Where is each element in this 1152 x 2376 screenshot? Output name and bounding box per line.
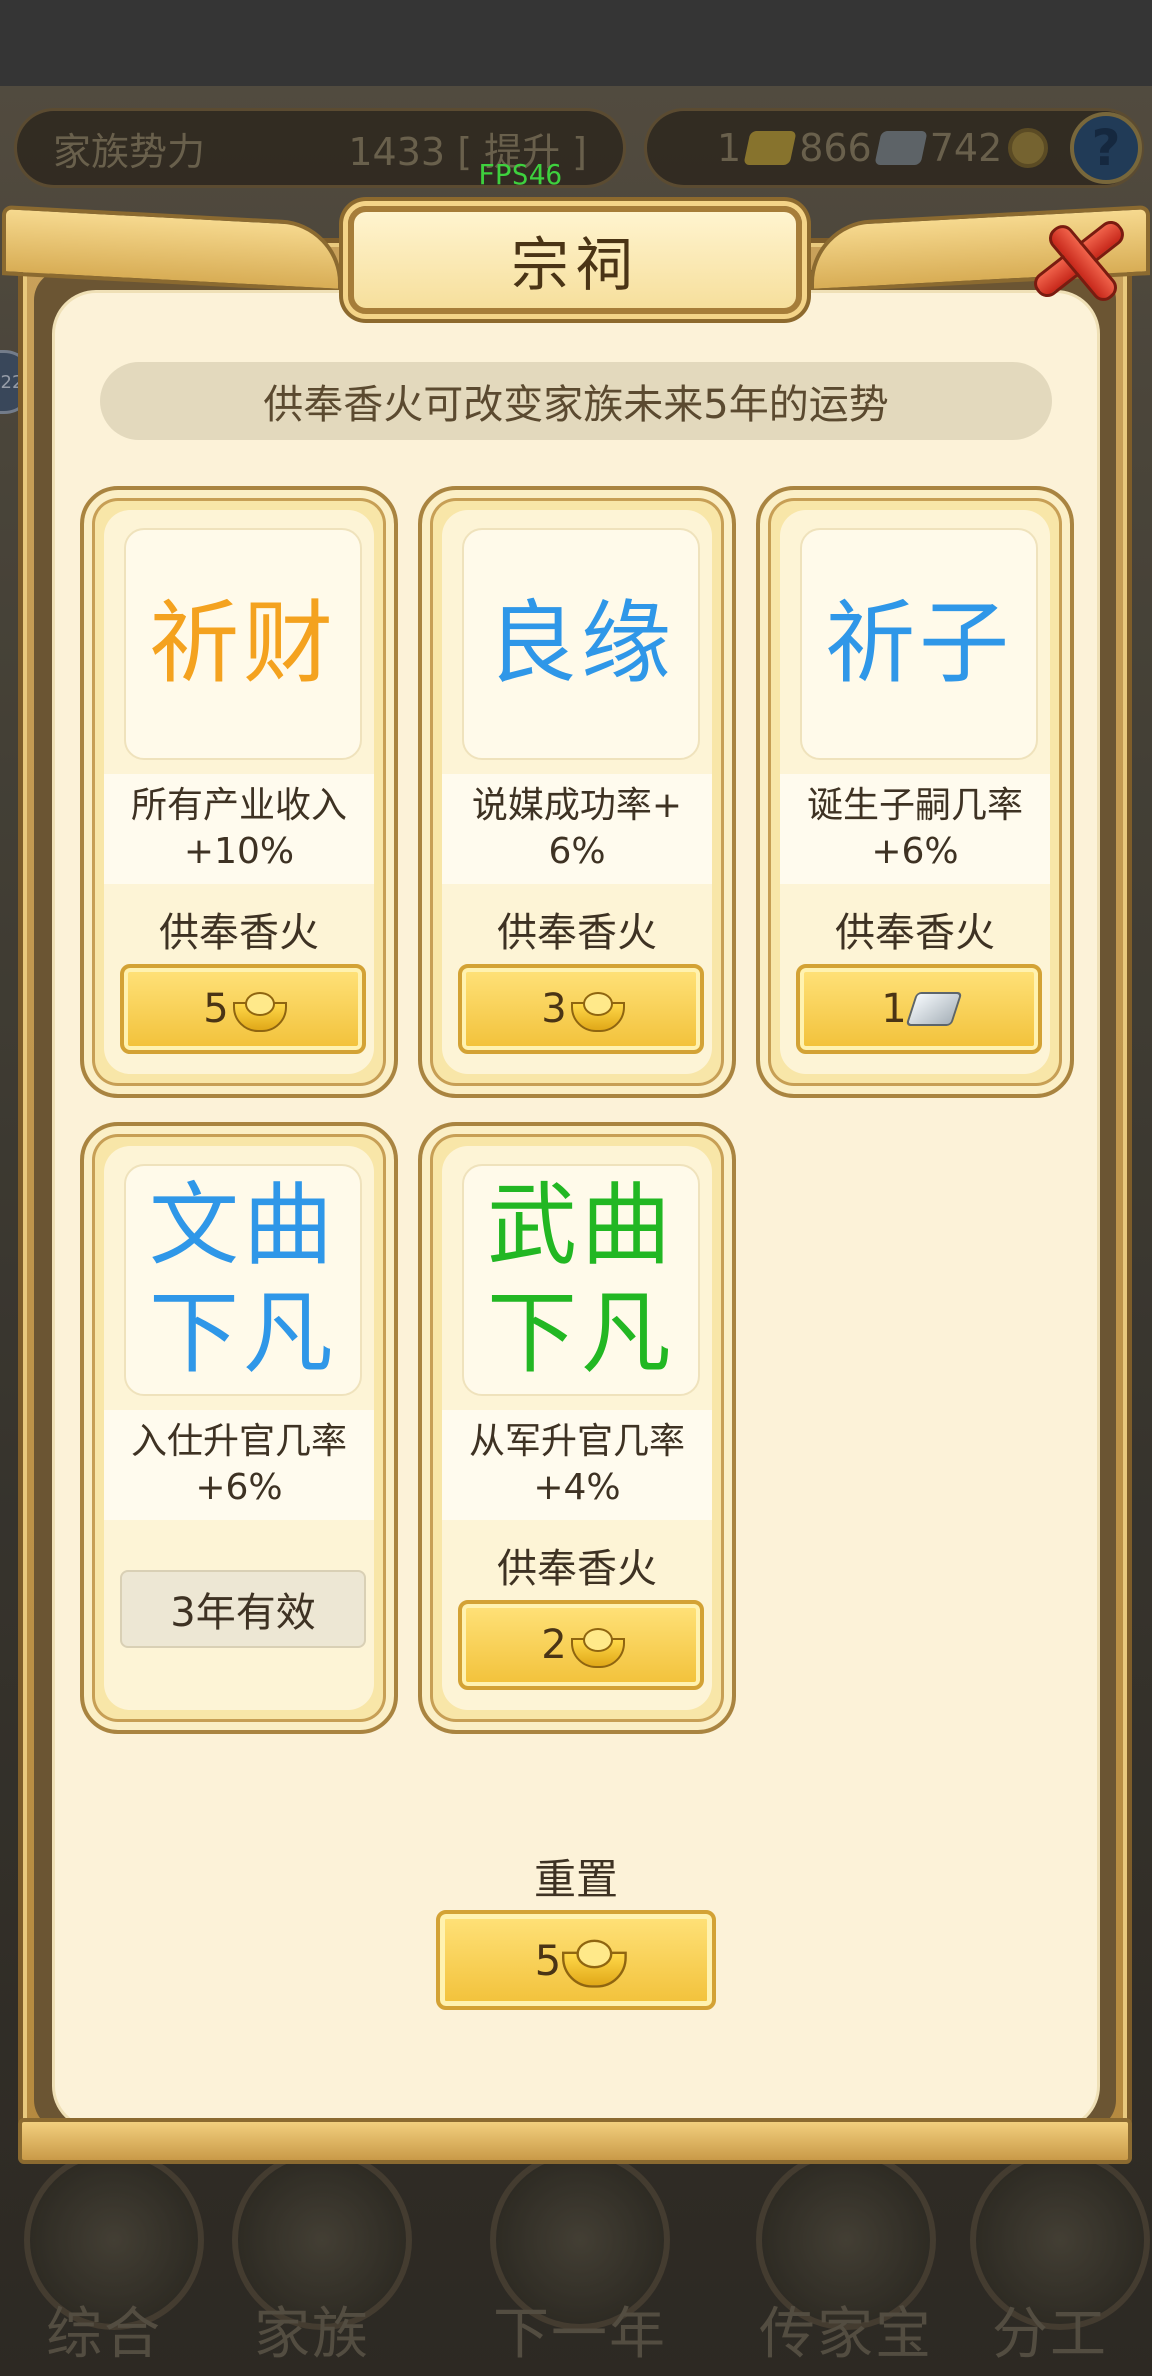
offer-button[interactable]: 3 [458,964,704,1054]
card-icon-box: 祈子 [800,528,1038,760]
price-value: 5 [203,986,229,1032]
card-offspring: 祈子 诞生子嗣几率+6% 供奉香火 1 [756,486,1074,1098]
reset-label: 重置 [533,1855,618,1904]
card-title: 武曲 下凡 [487,1172,675,1388]
offer-button[interactable]: 5 [120,964,366,1054]
modal-title-plate: 宗祠 [348,206,802,314]
offer-label: 供奉香火 [497,1546,657,1592]
gold-ingot-icon [570,990,625,1032]
card-icon-box: 祈财 [124,528,362,760]
card-desc: 诞生子嗣几率+6% [806,785,1023,872]
card-icon-box: 文曲 下凡 [124,1164,362,1396]
card-desc-band: 入仕升官几率+6% [104,1410,374,1520]
fps-counter: FPS46 [478,158,563,191]
offer-label: 供奉香火 [497,910,657,956]
card-title-line1: 武曲 [487,1173,675,1278]
card-title: 祈子 [825,591,1013,696]
card-title-line2: 下凡 [487,1281,675,1386]
card-title: 祈财 [149,591,337,696]
price-value: 1 [881,986,907,1032]
card-wealth: 祈财 所有产业收入+10% 供奉香火 5 [80,486,398,1098]
silver-bar-icon [905,992,963,1026]
card-icon-box: 良缘 [462,528,700,760]
card-civil-star: 文曲 下凡 入仕升官几率+6% 3年有效 [80,1122,398,1734]
card-desc-band: 说媒成功率+6% [442,774,712,884]
status-badge: 3年有效 [120,1570,366,1648]
card-icon-box: 武曲 下凡 [462,1164,700,1396]
offer-button[interactable]: 1 [796,964,1042,1054]
card-title-line2: 下凡 [149,1281,337,1386]
gold-ingot-icon [570,1626,625,1668]
card-desc: 所有产业收入+10% [130,785,347,872]
card-desc-band: 所有产业收入+10% [104,774,374,884]
card-title: 良缘 [487,591,675,696]
frame-ornament-bottom [18,2118,1132,2164]
close-button[interactable] [1020,200,1134,314]
offer-label: 供奉香火 [835,910,995,956]
gold-ingot-icon [232,990,287,1032]
reset-button[interactable]: 5 [436,1910,716,2010]
modal-title: 宗祠 [510,231,639,299]
card-marriage: 良缘 说媒成功率+6% 供奉香火 3 [418,486,736,1098]
offer-button[interactable]: 2 [458,1600,704,1690]
card-desc: 入仕升官几率+6% [130,1421,347,1508]
notice-banner: 供奉香火可改变家族未来5年的运势 [100,362,1052,440]
card-desc-band: 从军升官几率+4% [442,1410,712,1520]
card-martial-star: 武曲 下凡 从军升官几率+4% 供奉香火 2 [418,1122,736,1734]
offer-label: 供奉香火 [159,910,319,956]
status-bar [0,0,1152,86]
card-desc-band: 诞生子嗣几率+6% [780,774,1050,884]
reset-price: 5 [534,1935,562,1985]
price-value: 2 [541,1622,567,1668]
card-title: 文曲 下凡 [149,1172,337,1388]
price-value: 3 [541,986,567,1032]
card-title-line1: 文曲 [149,1173,337,1278]
card-desc: 说媒成功率+6% [471,785,683,872]
gold-ingot-icon [562,1937,628,1988]
card-desc: 从军升官几率+4% [468,1421,685,1508]
